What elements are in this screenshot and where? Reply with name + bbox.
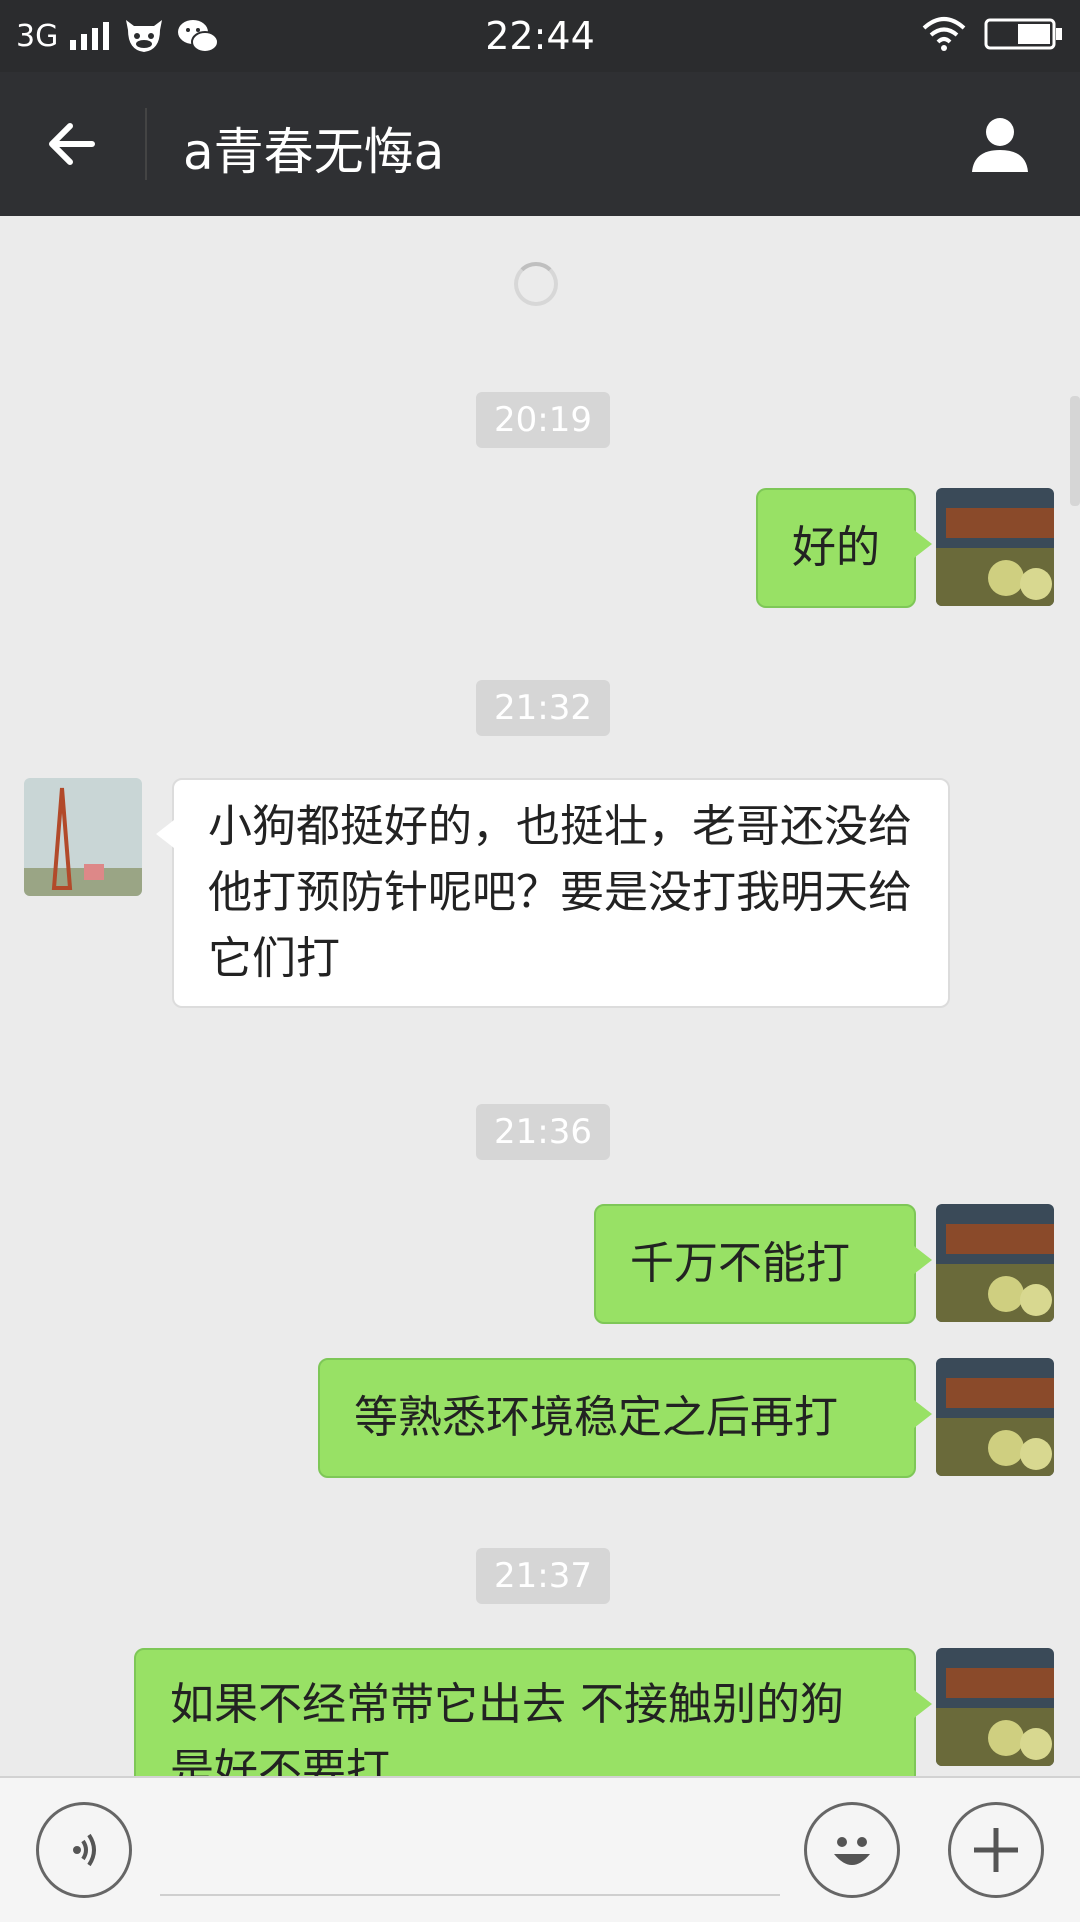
scrollbar[interactable] [1070,396,1080,506]
message-input[interactable] [160,1894,780,1896]
my-avatar[interactable] [936,1204,1054,1322]
sent-message[interactable]: 千万不能打 [594,1204,932,1324]
chat-header: a青春无悔a [0,72,1080,216]
sent-message[interactable]: 好的 [756,488,932,608]
person-icon[interactable] [968,112,1032,176]
back-arrow-icon[interactable] [42,112,106,176]
status-time: 22:44 [485,14,595,58]
wifi-icon [922,17,966,51]
emoji-button[interactable] [804,1802,900,1898]
chat-title: a青春无悔a [183,123,445,181]
chat-area[interactable]: 20:19 好的 21:32 小狗都挺好的，也挺壮，老哥还没给他打预防针呢吧？要… [0,216,1080,1776]
header-divider [145,108,147,180]
my-avatar[interactable] [936,1358,1054,1476]
voice-icon [73,1833,96,1867]
contact-avatar[interactable] [24,778,142,896]
timestamp: 20:19 [476,392,610,448]
my-avatar[interactable] [936,1648,1054,1766]
status-bar: 3G 22:44 [0,0,1080,72]
status-right [922,16,1064,52]
plus-icon [974,1828,1018,1872]
received-message[interactable]: 小狗都挺好的，也挺壮，老哥还没给他打预防针呢吧？要是没打我明天给它们打 [156,778,950,1008]
emoji-icon [834,1837,870,1865]
more-button[interactable] [948,1802,1044,1898]
sent-message[interactable]: 如果不经常带它出去 不接触别的狗是好不要打 [134,1648,932,1776]
sent-message[interactable]: 等熟悉环境稳定之后再打 [318,1358,932,1478]
loading-spinner-icon [514,262,558,306]
timestamp: 21:37 [476,1548,610,1604]
timestamp: 21:32 [476,680,610,736]
voice-button[interactable] [36,1802,132,1898]
my-avatar[interactable] [936,488,1054,606]
battery-icon [984,18,1062,50]
input-bar [0,1776,1080,1922]
timestamp: 21:36 [476,1104,610,1160]
